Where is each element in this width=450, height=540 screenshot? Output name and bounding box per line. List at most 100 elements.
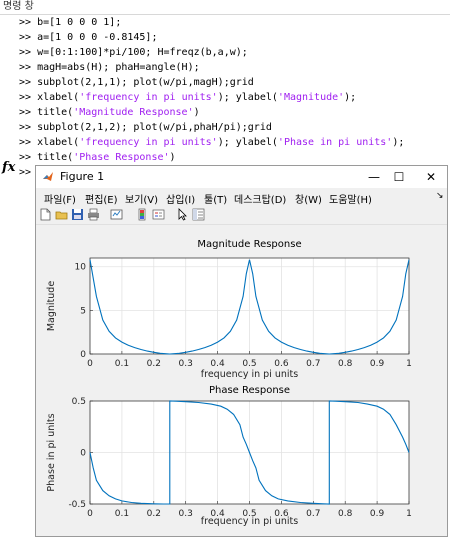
code-text: magH=abs(H); phaH=angle(H);: [37, 62, 200, 73]
y-tick-label: 0: [80, 449, 86, 459]
menu-edit[interactable]: 편집(E): [85, 191, 118, 206]
command-line: >> w=[0:1:100]*pi/100; H=freqz(b,a,w);: [19, 46, 248, 59]
command-line: >> xlabel('frequency in pi units'); ylab…: [19, 91, 356, 104]
open-file-icon[interactable]: [55, 208, 68, 221]
plot-area[interactable]: 0 0.1 0.2 0.3 0.4 0.5 0.6 0.7 0.8 0.9 1 0 5 10 Magnitu…: [36, 225, 447, 536]
insert-colorbar-icon[interactable]: [136, 208, 149, 221]
y-tick-label: 10: [75, 263, 87, 273]
command-line: >> magH=abs(H); phaH=angle(H);: [19, 61, 200, 74]
x-tick-label: 0.6: [274, 359, 289, 369]
code-text: subplot(2,1,2); plot(w/pi,phaH/pi);grid: [37, 122, 272, 133]
command-line: >> b=[1 0 0 0 1];: [19, 16, 121, 29]
figure-title: Figure 1: [60, 170, 105, 183]
prompt-symbol: >>: [19, 62, 38, 73]
plot-canvas[interactable]: 0 0.1 0.2 0.3 0.4 0.5 0.6 0.7 0.8 0.9 10510Magnitu…: [36, 225, 447, 536]
y-tick-label: 5: [80, 306, 86, 316]
figure-menubar: 파일(F) 편집(E) 보기(V) 삽입(I) 툴(T) 데스크탑(D) 창(W…: [36, 188, 447, 206]
code-text: );: [392, 137, 405, 148]
menu-dock-arrow-icon[interactable]: ↘: [436, 191, 444, 201]
string-literal: 'frequency in pi units': [79, 92, 218, 103]
menu-view[interactable]: 보기(V): [125, 191, 158, 206]
x-tick-label: 0.9: [370, 359, 385, 369]
command-line: >> subplot(2,1,1); plot(w/pi,magH);grid: [19, 76, 254, 89]
code-text: );: [344, 92, 357, 103]
x-axis-label: frequency in pi units: [201, 369, 298, 380]
command-prompt[interactable]: >>: [19, 167, 31, 178]
prompt-symbol: >>: [19, 32, 38, 43]
property-editor-icon[interactable]: [192, 208, 205, 221]
menu-desktop[interactable]: 데스크탑(D): [234, 191, 286, 206]
prompt-symbol: >>: [19, 92, 38, 103]
prompt-symbol: >>: [19, 137, 38, 148]
figure-titlebar[interactable]: Figure 1 — ☐ ✕: [36, 166, 447, 188]
x-axis-label: frequency in pi units: [201, 516, 298, 527]
command-line: >> subplot(2,1,2); plot(w/pi,phaH/pi);gr…: [19, 121, 272, 134]
y-axis-label: Magnitude: [46, 281, 57, 331]
x-tick-label: 0: [87, 509, 93, 519]
x-tick-label: 0.4: [210, 359, 225, 369]
code-text: xlabel(: [37, 92, 80, 103]
menu-insert[interactable]: 삽입(I): [166, 191, 195, 206]
string-literal: 'Phase Response': [73, 152, 170, 163]
minimize-button[interactable]: —: [362, 168, 386, 186]
x-tick-label: 0.1: [115, 359, 129, 369]
x-tick-label: 0.5: [242, 359, 256, 369]
menu-tools[interactable]: 툴(T): [204, 191, 227, 206]
command-line: >> title('Magnitude Response'): [19, 106, 200, 119]
menu-help[interactable]: 도움말(H): [329, 191, 372, 206]
x-tick-label: 0.3: [179, 509, 193, 519]
new-figure-icon[interactable]: [39, 208, 52, 221]
prompt-symbol: >>: [19, 77, 38, 88]
x-tick-label: 0.7: [306, 509, 320, 519]
close-button[interactable]: ✕: [419, 168, 443, 186]
x-tick-label: 0.2: [147, 509, 161, 519]
prompt-symbol: >>: [19, 152, 38, 163]
code-text: ); ylabel(: [217, 92, 278, 103]
command-line: >> xlabel('frequency in pi units'); ylab…: [19, 136, 404, 149]
code-text: ); ylabel(: [217, 137, 278, 148]
prompt-symbol: >>: [19, 17, 38, 28]
x-tick-label: 0.8: [338, 509, 353, 519]
figure-window[interactable]: Figure 1 — ☐ ✕ 파일(F) 편집(E) 보기(V) 삽입(I) 툴…: [35, 165, 448, 537]
x-tick-label: 0.8: [338, 359, 353, 369]
code-text: xlabel(: [37, 137, 80, 148]
fx-icon[interactable]: fx: [2, 160, 15, 175]
link-plot-icon[interactable]: [110, 208, 123, 221]
menu-file[interactable]: 파일(F): [44, 191, 76, 206]
command-window-divider: [0, 14, 450, 15]
code-text: ): [169, 152, 176, 163]
matlab-logo-icon: [43, 172, 53, 181]
x-tick-label: 0: [87, 359, 93, 369]
x-tick-label: 1: [406, 359, 412, 369]
y-tick-label: 0: [80, 350, 86, 360]
chart-title: Phase Response: [209, 385, 290, 396]
string-literal: 'Magnitude Response': [73, 107, 194, 118]
code-text: a=[1 0 0 0 -0.8145];: [37, 32, 158, 43]
figure-toolbar: [36, 206, 447, 225]
pointer-icon[interactable]: [176, 208, 189, 221]
menu-window[interactable]: 창(W): [295, 191, 322, 206]
code-text: b=[1 0 0 0 1];: [37, 17, 122, 28]
code-text: title(: [37, 152, 74, 163]
command-window-title: 명령 창: [0, 0, 450, 14]
print-icon[interactable]: [87, 208, 100, 221]
save-icon[interactable]: [71, 208, 84, 221]
code-text: ): [193, 107, 200, 118]
x-tick-label: 1: [406, 509, 412, 519]
command-line: >> a=[1 0 0 0 -0.8145];: [19, 31, 157, 44]
string-literal: 'Phase in pi units': [277, 137, 393, 148]
x-tick-label: 0.2: [147, 359, 161, 369]
code-text: w=[0:1:100]*pi/100; H=freqz(b,a,w);: [37, 47, 248, 58]
chart-title: Magnitude Response: [197, 239, 301, 250]
prompt-symbol: >>: [19, 122, 38, 133]
prompt-symbol: >>: [19, 107, 38, 118]
x-tick-label: 0.7: [306, 359, 320, 369]
insert-legend-icon[interactable]: [152, 208, 165, 221]
command-line: >> title('Phase Response'): [19, 151, 176, 164]
maximize-button[interactable]: ☐: [387, 168, 411, 186]
y-axis-label: Phase in pi units: [46, 413, 57, 491]
string-literal: 'Magnitude': [277, 92, 345, 103]
x-tick-label: 0.9: [370, 509, 385, 519]
x-tick-label: 0.1: [115, 509, 129, 519]
y-tick-label: -0.5: [68, 500, 86, 510]
